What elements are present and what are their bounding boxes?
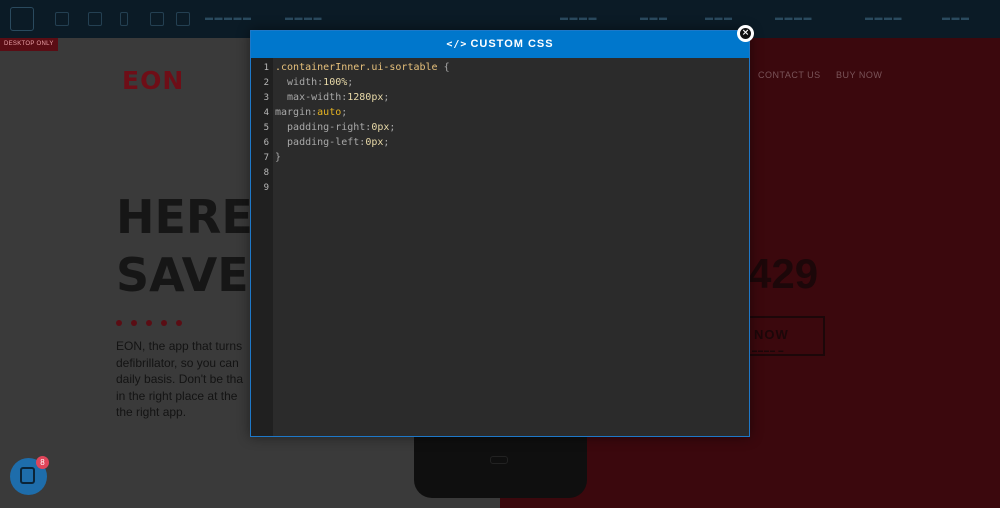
- modal-title-text: CUSTOM CSS: [470, 38, 554, 50]
- toolbar-item[interactable]: ▬▬▬: [640, 13, 669, 22]
- modal-title: </> CUSTOM CSS: [251, 38, 749, 50]
- code-line[interactable]: max-width:1280px;: [275, 92, 389, 103]
- code-icon: </>: [446, 39, 468, 50]
- dot: [116, 320, 122, 326]
- dot: [146, 320, 152, 326]
- line-number: 1: [263, 63, 269, 73]
- dot: [176, 320, 182, 326]
- toolbar-item[interactable]: ▬▬▬▬▬: [205, 13, 253, 22]
- price: 429: [748, 250, 819, 297]
- line-number: 8: [263, 168, 269, 178]
- nav-buy-now[interactable]: BUY NOW: [836, 70, 882, 80]
- modal-header: </> CUSTOM CSS: [251, 31, 749, 58]
- undo-icon[interactable]: [150, 12, 164, 26]
- line-number: 6: [263, 138, 269, 148]
- custom-css-modal: </> CUSTOM CSS 1 2 3 4 5 6 7 8 9 .contain…: [250, 30, 750, 437]
- code-line[interactable]: margin:auto;: [275, 107, 347, 118]
- code-line[interactable]: padding-right:0px;: [275, 122, 395, 133]
- line-number: 9: [263, 183, 269, 193]
- code-line[interactable]: padding-left:0px;: [275, 137, 389, 148]
- line-number: 4: [263, 108, 269, 118]
- code-line[interactable]: .containerInner.ui-sortable {: [275, 62, 450, 73]
- code-line[interactable]: width:100%;: [275, 77, 353, 88]
- nav-contact-us[interactable]: CONTACT US: [758, 70, 821, 80]
- code-line[interactable]: }: [275, 152, 281, 163]
- redo-icon[interactable]: [176, 12, 190, 26]
- buy-now-sublabel: ▬▬▬▬ ▬: [752, 348, 785, 354]
- desktop-only-tag: DESKTOP ONLY: [0, 38, 58, 51]
- line-number: 2: [263, 78, 269, 88]
- close-icon: ×: [740, 28, 751, 39]
- chat-unread-badge: 8: [36, 456, 49, 469]
- line-number: 3: [263, 93, 269, 103]
- site-logo[interactable]: EON: [122, 66, 184, 95]
- toolbar-item[interactable]: ▬▬▬▬: [865, 13, 903, 22]
- toolbar-item[interactable]: ▬▬▬▬: [560, 13, 598, 22]
- chat-icon: [20, 467, 35, 484]
- dot: [161, 320, 167, 326]
- phone-image: [414, 436, 587, 498]
- toolbar-item[interactable]: ▬▬▬: [705, 13, 734, 22]
- toolbar-icon[interactable]: [55, 12, 69, 26]
- toolbar-icon[interactable]: [88, 12, 102, 26]
- toolbar-item[interactable]: ▬▬▬▬: [285, 13, 323, 22]
- dot: [131, 320, 137, 326]
- hero-dots: [116, 313, 191, 331]
- line-number: 5: [263, 123, 269, 133]
- toolbar-item[interactable]: ▬▬▬: [942, 13, 971, 22]
- toolbar-icon[interactable]: [120, 12, 128, 26]
- line-number: 7: [263, 153, 269, 163]
- phone-home-button: [490, 456, 508, 464]
- app-logo-icon[interactable]: [10, 7, 34, 31]
- toolbar-item[interactable]: ▬▬▬▬: [775, 13, 813, 22]
- line-number-gutter: 1 2 3 4 5 6 7 8 9: [251, 58, 273, 436]
- modal-close-button[interactable]: ×: [737, 25, 754, 42]
